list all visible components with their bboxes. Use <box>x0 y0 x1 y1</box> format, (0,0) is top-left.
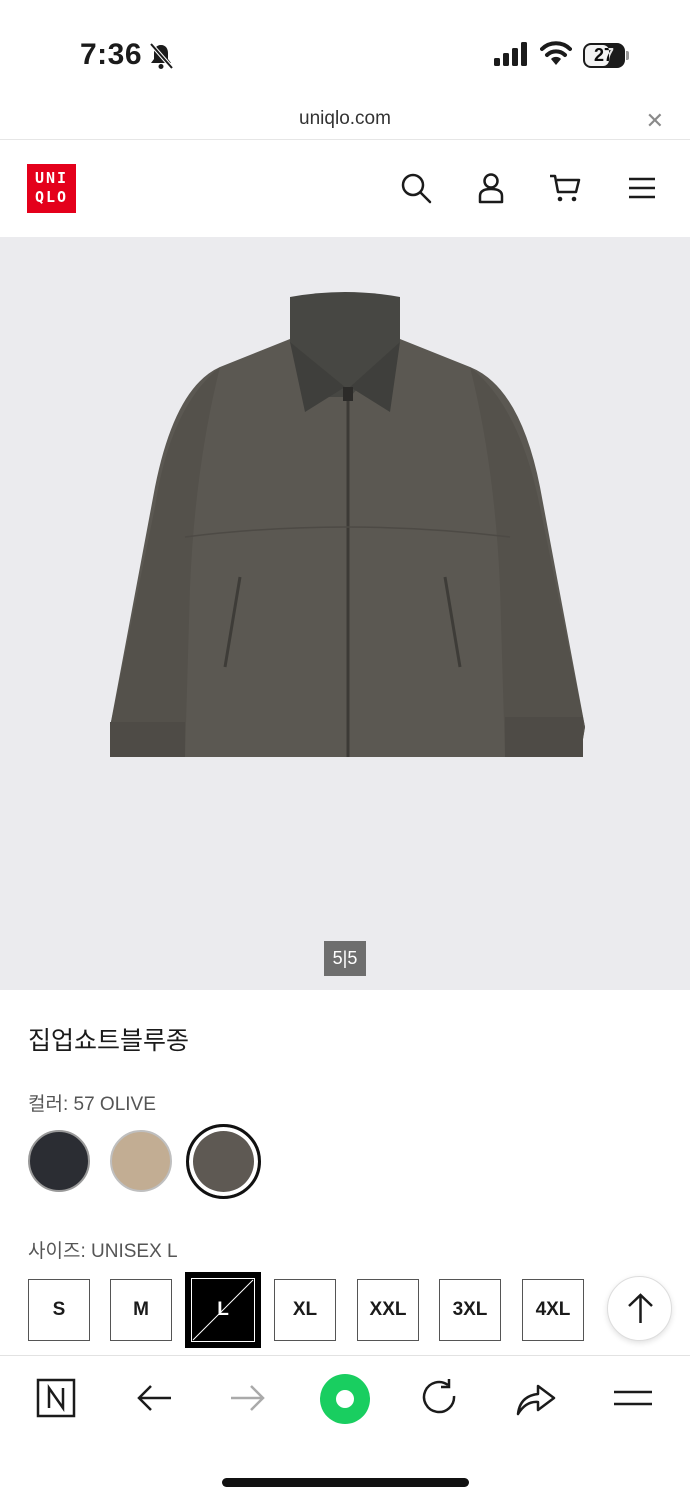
naver-home-icon[interactable] <box>35 1376 79 1420</box>
share-icon[interactable] <box>514 1376 558 1420</box>
status-bar: 7:36 27 <box>0 0 690 100</box>
url-text[interactable]: uniqlo.com <box>0 108 690 130</box>
home-indicator <box>222 1478 469 1487</box>
logo-line-1: UNI <box>34 169 69 187</box>
signal-icon <box>494 42 527 66</box>
size-label: 사이즈: UNISEX L <box>28 1241 178 1262</box>
logo-line-2: QLO <box>34 188 69 206</box>
menu-icon[interactable] <box>625 171 659 205</box>
site-header: UNI QLO <box>0 141 690 237</box>
color-swatch-beige[interactable] <box>110 1130 172 1192</box>
reload-icon[interactable] <box>418 1376 462 1420</box>
status-time: 7:36 <box>80 38 143 71</box>
bell-slash-icon <box>149 42 174 70</box>
size-option-l[interactable]: L <box>185 1272 261 1348</box>
forward-arrow-icon[interactable] <box>227 1376 271 1420</box>
color-label: 컬러: 57 OLIVE <box>28 1094 156 1115</box>
product-title: 집업쇼트블루종 <box>28 1027 190 1055</box>
size-option-l-label: L <box>217 1299 229 1320</box>
size-option-4xl[interactable]: 4XL <box>522 1279 584 1341</box>
battery-icon: 27 <box>583 43 629 68</box>
menu-icon[interactable] <box>612 1376 656 1420</box>
product-image-jacket[interactable] <box>100 287 590 767</box>
color-swatch-olive[interactable] <box>186 1124 261 1199</box>
scroll-to-top-button[interactable] <box>607 1276 672 1341</box>
close-icon[interactable]: ✕ <box>646 108 664 134</box>
account-icon[interactable] <box>474 171 508 205</box>
wifi-icon <box>540 41 572 65</box>
battery-level: 27 <box>593 45 615 65</box>
uniqlo-logo[interactable]: UNI QLO <box>27 164 76 213</box>
size-option-xl[interactable]: XL <box>274 1279 336 1341</box>
size-option-s[interactable]: S <box>28 1279 90 1341</box>
size-option-xxl[interactable]: XXL <box>357 1279 419 1341</box>
back-arrow-icon[interactable] <box>131 1376 175 1420</box>
search-icon[interactable] <box>399 171 433 205</box>
arrow-up-icon <box>628 1293 653 1323</box>
color-swatch-navy[interactable] <box>28 1130 90 1192</box>
size-option-m[interactable]: M <box>110 1279 172 1341</box>
browser-url-bar[interactable]: uniqlo.com ✕ <box>0 100 690 140</box>
green-dot-icon[interactable] <box>318 1372 372 1426</box>
image-pager: 5|5 <box>324 941 366 976</box>
cart-icon[interactable] <box>548 171 582 205</box>
browser-toolbar <box>0 1355 690 1500</box>
product-gallery[interactable]: 5|5 <box>0 237 690 990</box>
size-option-3xl[interactable]: 3XL <box>439 1279 501 1341</box>
